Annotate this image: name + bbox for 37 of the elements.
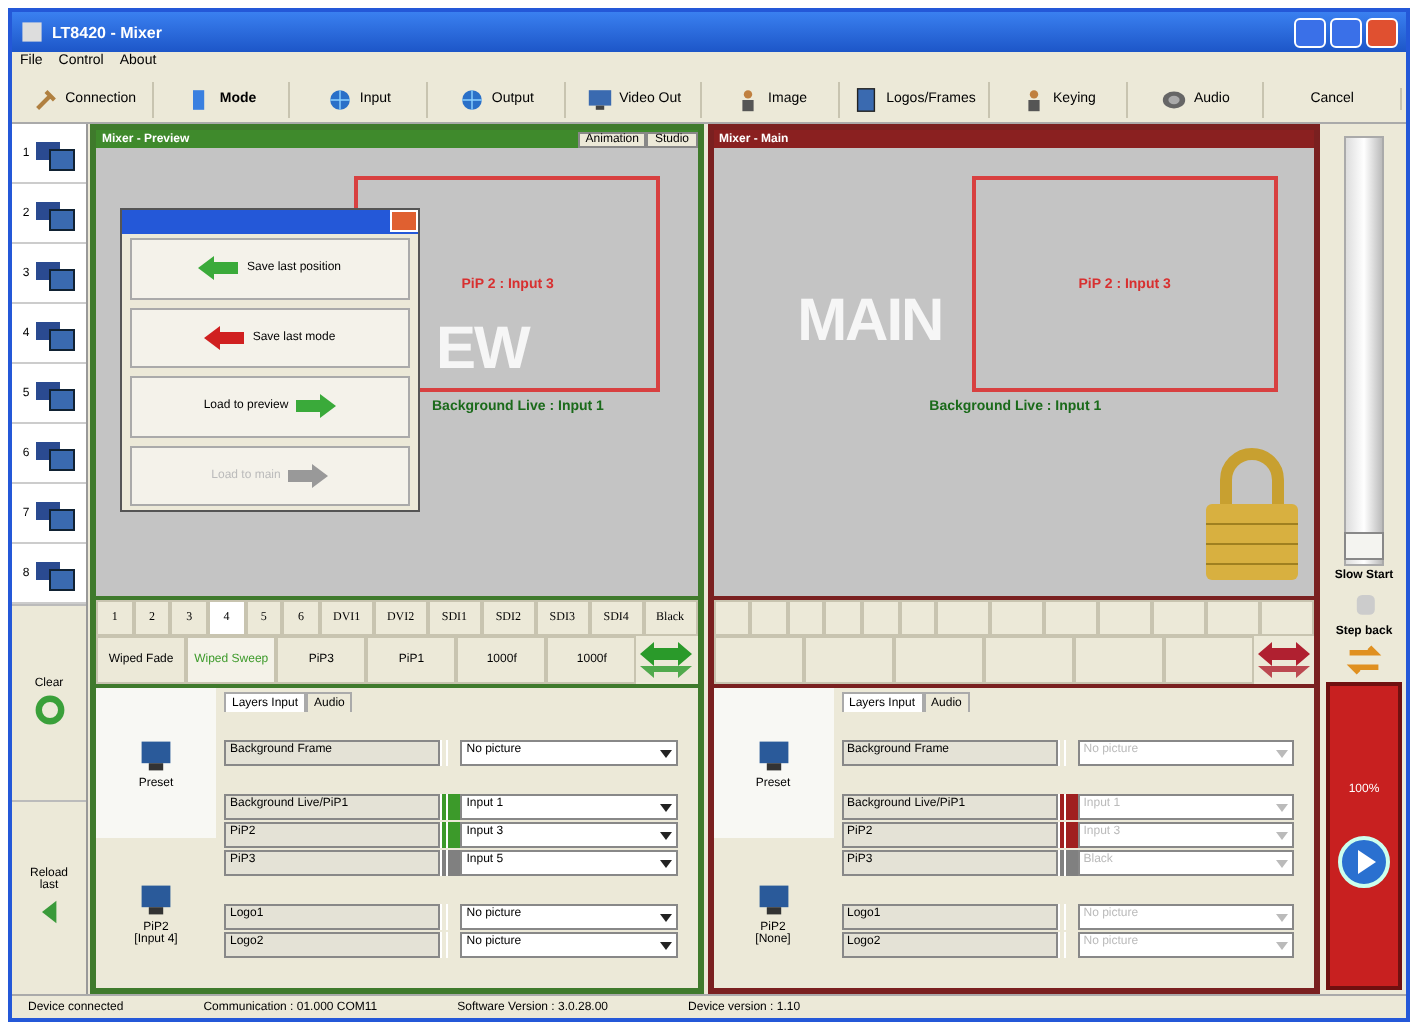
swap-arrows-icon [1342,642,1386,678]
monitor-icon [138,881,174,917]
app-icon [20,20,44,44]
caret-icon [1276,939,1288,951]
caret-icon [1276,911,1288,923]
globe-icon [457,85,486,113]
monitor-icon [755,737,791,773]
arrow-icon [296,394,337,419]
caret-icon [659,857,671,869]
tbar-slider[interactable] [1344,136,1384,566]
frame-icon [852,85,881,113]
caret-icon [1276,747,1288,759]
caret-icon [1276,829,1288,841]
arrows-icon [1253,638,1314,682]
monitor-icon [138,737,174,773]
play-icon [1338,836,1390,888]
maximize-button[interactable] [1330,17,1362,47]
caret-icon [1276,801,1288,813]
caret-icon [659,939,671,951]
arrow-icon [288,463,329,488]
caret-icon [659,747,671,759]
arrow-icon [198,256,239,281]
arrow-icon [204,325,245,350]
close-button[interactable] [1366,17,1398,47]
caret-icon [659,801,671,813]
minimize-button[interactable] [1294,17,1326,47]
window-title: LT8420 - Mixer [52,23,162,41]
close-button[interactable] [390,210,418,232]
caret-icon [1276,857,1288,869]
caret-icon [659,829,671,841]
recycle-icon [33,694,65,727]
globe-icon [325,85,354,113]
monitor-icon [755,881,791,917]
caret-icon [659,911,671,923]
arrows-icon [636,638,697,682]
slider-thumb[interactable] [1344,531,1384,560]
monitor-icon [585,85,614,113]
